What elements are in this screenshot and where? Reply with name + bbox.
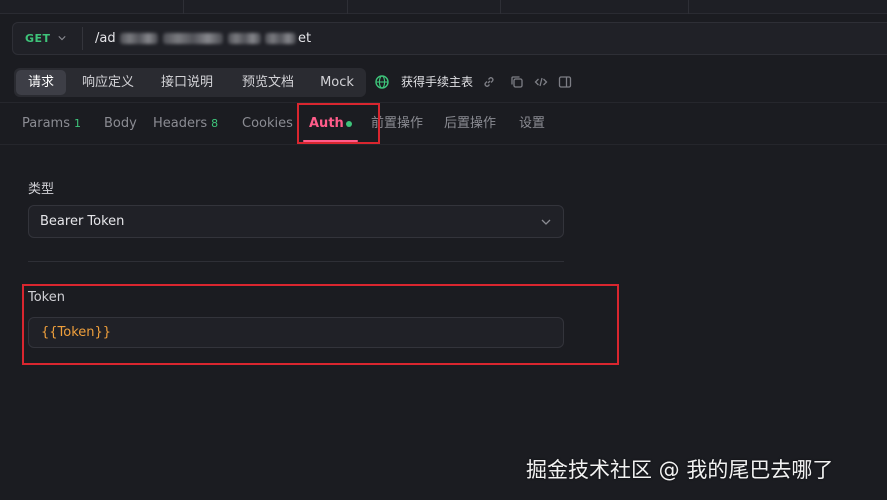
tab-body[interactable]: Body — [104, 110, 137, 138]
tab-response-definition[interactable]: 响应定义 — [70, 70, 146, 95]
tab-mock[interactable]: Mock — [312, 70, 362, 95]
auth-type-select[interactable]: Bearer Token — [28, 205, 564, 238]
tab-headers[interactable]: Headers 8 — [153, 110, 218, 138]
redacted-url-part — [228, 33, 261, 44]
auth-type-label: 类型 — [28, 182, 55, 197]
tab-pre-operations[interactable]: 前置操作 — [371, 110, 423, 138]
auth-status-dot — [346, 121, 352, 127]
tabs-top-border — [0, 102, 887, 103]
tabs-bottom-border — [0, 144, 887, 145]
token-label: Token — [28, 290, 65, 305]
headers-count-badge: 8 — [211, 117, 219, 130]
tab-preview-docs[interactable]: 预览文档 — [228, 70, 308, 95]
url-divider — [82, 27, 83, 50]
environment-icon[interactable] — [375, 75, 389, 89]
chevron-down-icon[interactable] — [58, 34, 66, 42]
redacted-url-part — [163, 33, 223, 44]
tab-settings[interactable]: 设置 — [519, 110, 545, 138]
link-icon[interactable] — [482, 75, 496, 89]
redacted-url-part — [120, 33, 158, 44]
url-input[interactable]: /ad — [95, 23, 116, 54]
tab-request[interactable]: 请求 — [16, 70, 66, 95]
tab-params[interactable]: Params 1 — [22, 110, 81, 138]
active-tab-indicator — [303, 140, 358, 142]
top-strip — [0, 0, 887, 14]
environment-label[interactable]: 获得手续主表 — [401, 68, 473, 97]
token-input[interactable] — [28, 317, 564, 348]
request-mode-tabs: 请求 响应定义 接口说明 预览文档 Mock — [14, 68, 366, 97]
redacted-url-part — [265, 33, 296, 44]
tab-cookies[interactable]: Cookies — [242, 110, 293, 138]
url-suffix: et — [298, 31, 312, 46]
auth-type-value: Bearer Token — [40, 214, 125, 229]
method-select[interactable]: GET — [25, 23, 51, 54]
copy-icon[interactable] — [510, 75, 524, 89]
url-bar: GET /ad et — [12, 22, 887, 55]
tab-auth[interactable]: Auth — [309, 110, 344, 138]
chevron-down-icon — [541, 219, 551, 225]
section-divider — [28, 261, 564, 262]
tab-api-description[interactable]: 接口说明 — [149, 70, 225, 95]
split-panel-icon[interactable] — [558, 75, 572, 89]
code-icon[interactable] — [534, 75, 548, 89]
watermark: 掘金技术社区 @ 我的尾巴去哪了 — [526, 458, 834, 482]
tab-post-operations[interactable]: 后置操作 — [444, 110, 496, 138]
params-count-badge: 1 — [73, 117, 81, 130]
